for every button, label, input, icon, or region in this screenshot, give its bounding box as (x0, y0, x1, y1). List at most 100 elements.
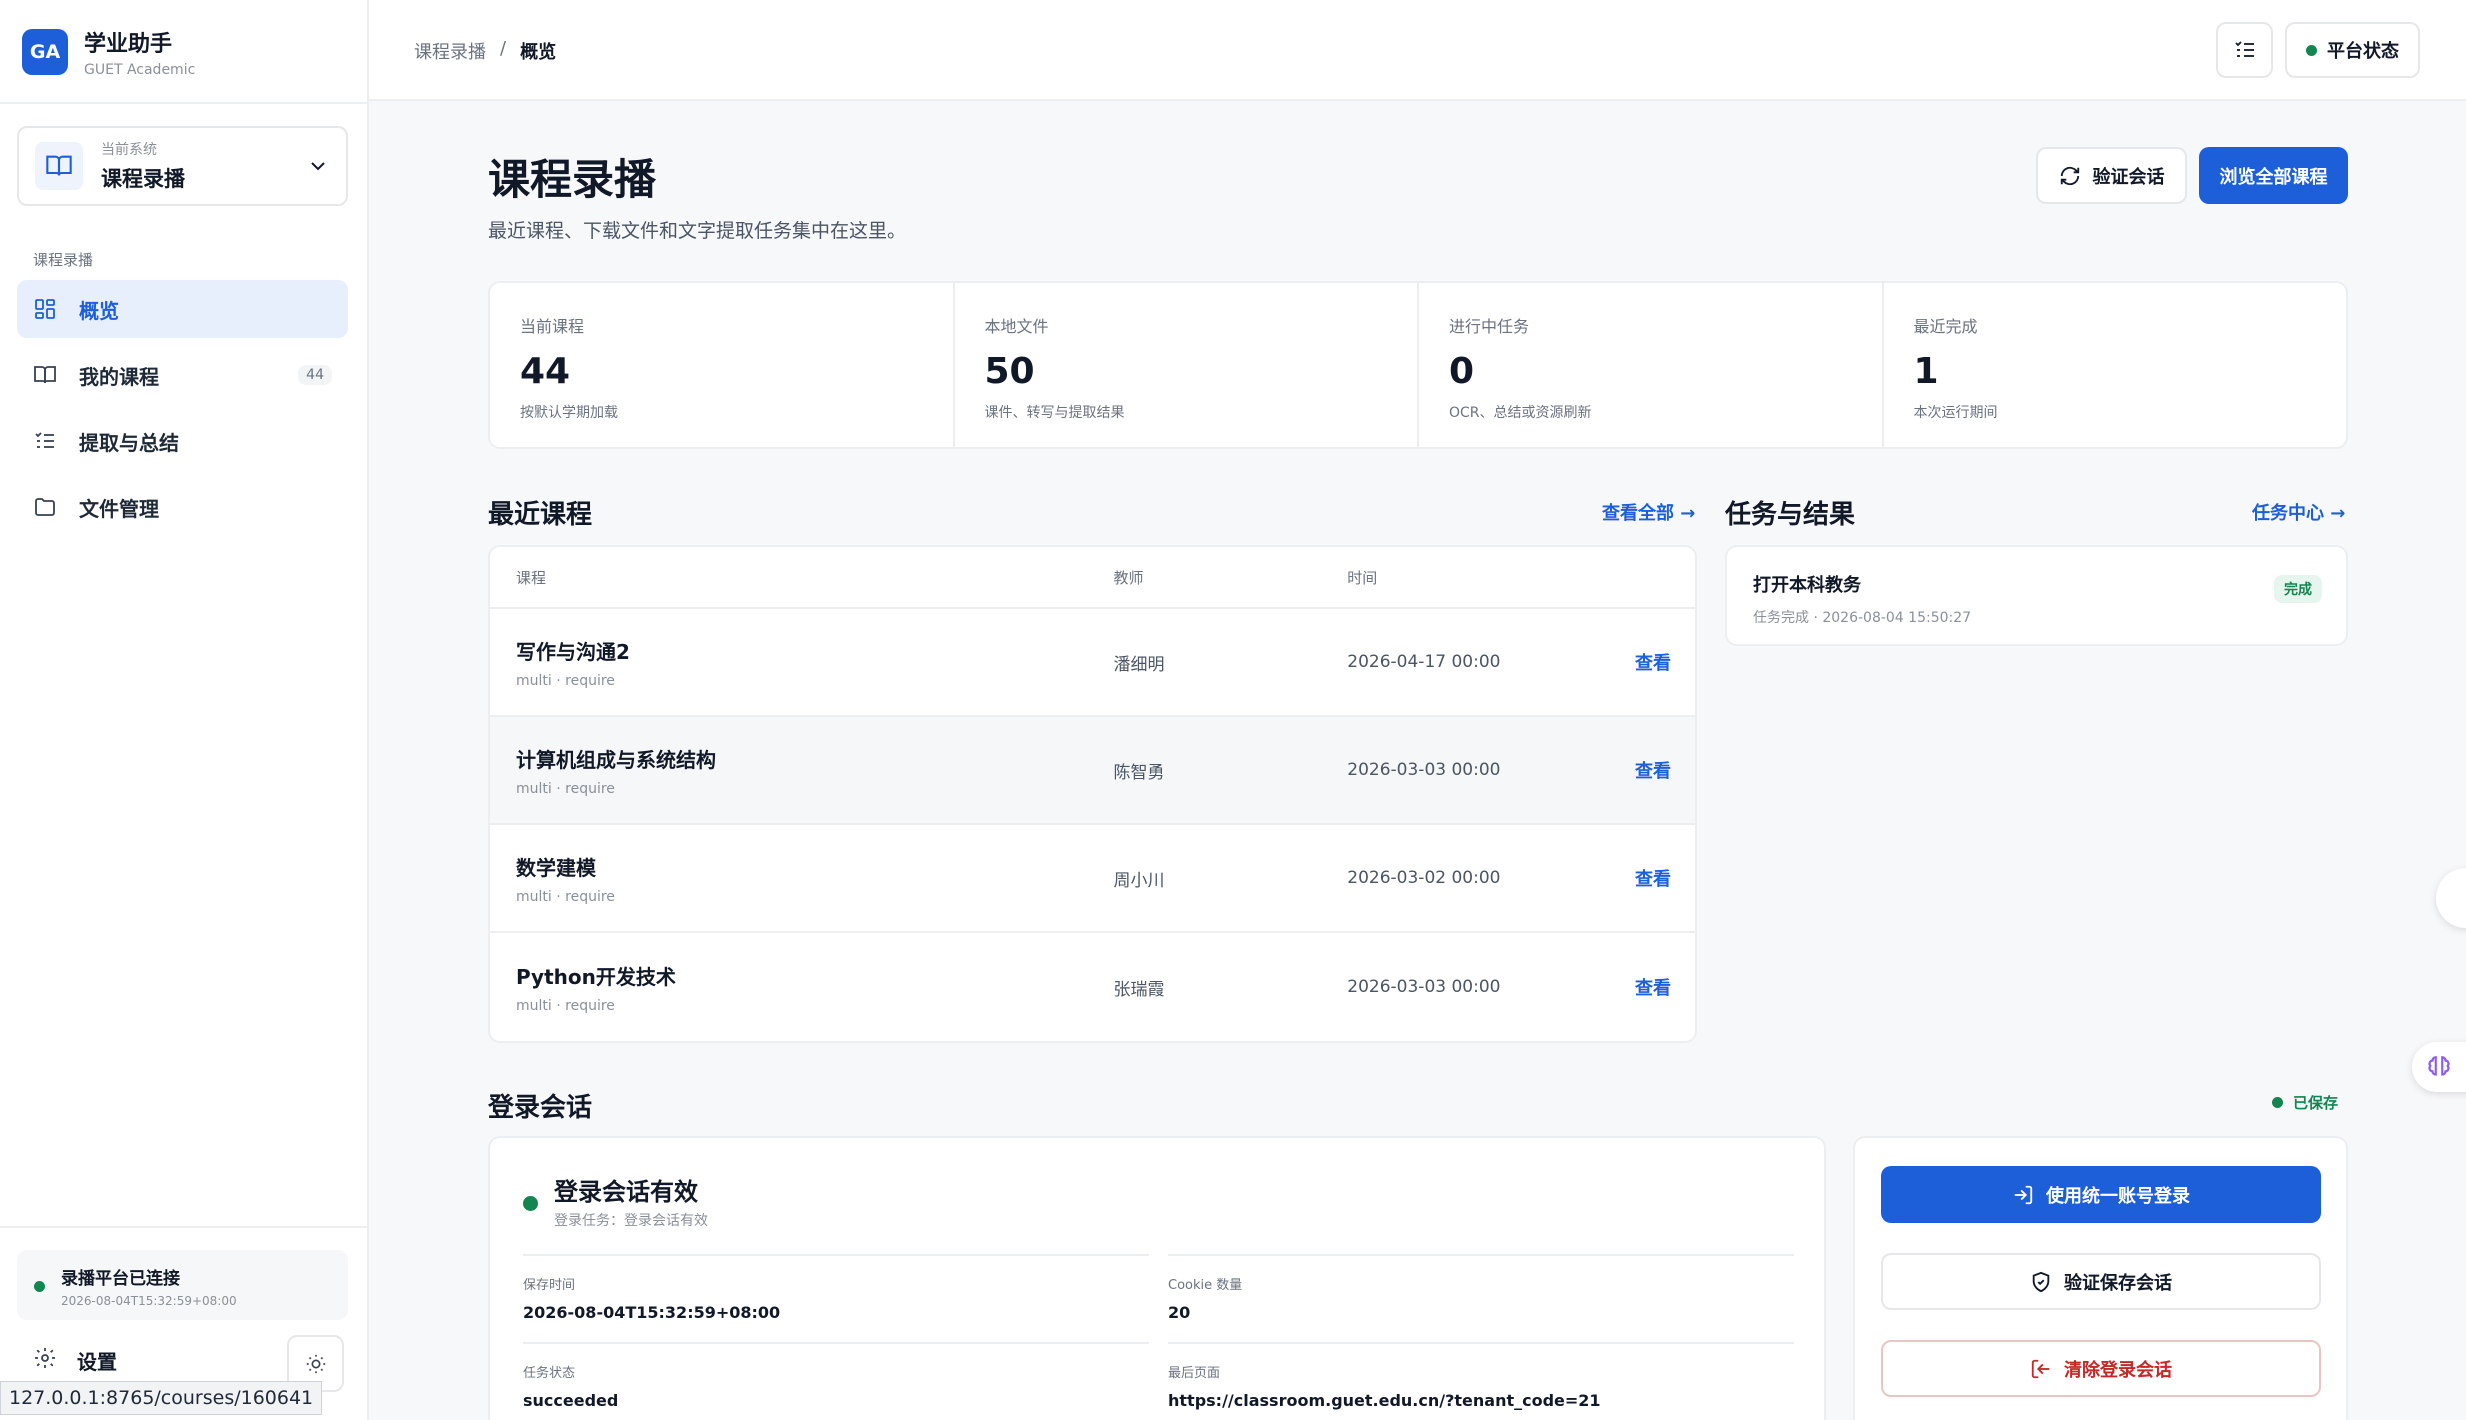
browse-all-courses-button[interactable]: 浏览全部课程 (2199, 147, 2348, 204)
view-course-link[interactable]: 查看 (1635, 869, 1671, 890)
floating-assistant-button[interactable] (2436, 868, 2466, 928)
topbar: 课程录播 / 概览 平台状态 (369, 0, 2466, 101)
stat-value: 50 (984, 351, 1035, 392)
brand-title: 学业助手 (84, 32, 173, 57)
sidebar-item-label: 提取与总结 (79, 430, 179, 455)
brand[interactable]: GA 学业助手 GUET Academic (22, 26, 195, 78)
saved-label: 已保存 (2293, 1094, 2339, 1112)
clear-session-button[interactable]: 清除登录会话 (1881, 1340, 2321, 1397)
column-header-teacher: 教师 (1113, 568, 1144, 587)
clear-session-label: 清除登录会话 (2064, 1359, 2172, 1381)
sidebar-item-overview[interactable]: 概览 (17, 280, 348, 338)
folder-icon (33, 494, 59, 520)
verify-session-button[interactable]: 验证会话 (2036, 147, 2187, 204)
course-teacher: 张瑞霞 (1113, 979, 1165, 1000)
book-icon (33, 362, 59, 388)
task-title: 打开本科教务 (1753, 575, 1861, 596)
chevron-down-icon (311, 162, 325, 171)
verify-saved-session-label: 验证保存会话 (2064, 1272, 2172, 1294)
field-value: https://classroom.guet.edu.cn/?tenant_co… (1168, 1391, 1601, 1410)
grid-icon (33, 296, 59, 322)
list-icon (33, 428, 59, 454)
field-key: 最后页面 (1168, 1366, 1221, 1381)
session-status-title: 登录会话有效 (554, 1178, 698, 1206)
system-label: 当前系统 (101, 142, 157, 158)
course-meta: multi · require (516, 780, 615, 797)
session-field-last-page: 最后页面 https://classroom.guet.edu.cn/?tena… (1168, 1342, 1794, 1410)
session-field-task-status: 任务状态 succeeded (523, 1342, 1149, 1410)
field-key: Cookie 数量 (1168, 1278, 1243, 1293)
url-tooltip: 127.0.0.1:8765/courses/160641 (0, 1381, 323, 1415)
course-name: 计算机组成与系统结构 (516, 747, 716, 772)
status-badge: 完成 (2274, 575, 2322, 603)
divider (0, 1226, 367, 1228)
course-meta: multi · require (516, 672, 615, 689)
sun-icon (306, 1354, 325, 1373)
task-item[interactable]: 打开本科教务 任务完成 · 2026-08-04 15:50:27 完成 (1725, 545, 2348, 646)
session-field-saved-time: 保存时间 2026-08-04T15:32:59+08:00 (523, 1254, 1149, 1322)
session-field-cookie-count: Cookie 数量 20 (1168, 1254, 1794, 1322)
verify-session-label: 验证会话 (2092, 166, 2165, 188)
stat-note: 按默认学期加载 (520, 405, 618, 421)
stat-value: 44 (520, 351, 571, 392)
shield-check-icon (2032, 1271, 2050, 1292)
session-info-card: 登录会话有效 登录任务：登录会话有效 保存时间 2026-08-04T15:32… (488, 1136, 1826, 1420)
unified-login-button[interactable]: 使用统一账号登录 (1881, 1166, 2321, 1223)
count-badge: 44 (298, 365, 332, 385)
task-list-button[interactable] (2216, 22, 2273, 78)
course-time: 2026-04-17 00:00 (1347, 652, 1501, 672)
table-row[interactable]: 写作与沟通2 multi · require 潘细明 2026-04-17 00… (490, 609, 1695, 717)
field-value: succeeded (523, 1391, 619, 1410)
breadcrumb-parent[interactable]: 课程录播 (414, 38, 486, 64)
stat-label: 进行中任务 (1449, 317, 1530, 336)
stat-value: 0 (1449, 351, 1475, 392)
status-dot (2272, 1097, 2283, 1108)
table-row[interactable]: Python开发技术 multi · require 张瑞霞 2026-03-0… (490, 933, 1695, 1041)
table-row[interactable]: 数学建模 multi · require 周小川 2026-03-02 00:0… (490, 825, 1695, 933)
course-time: 2026-03-03 00:00 (1347, 760, 1501, 780)
breadcrumb-separator: / (500, 38, 507, 59)
refresh-icon (2060, 166, 2079, 185)
course-time: 2026-03-03 00:00 (1347, 977, 1501, 997)
verify-saved-session-button[interactable]: 验证保存会话 (1881, 1253, 2321, 1310)
page-subtitle: 最近课程、下载文件和文字提取任务集中在这里。 (488, 220, 907, 242)
view-course-link[interactable]: 查看 (1635, 761, 1671, 782)
course-meta: multi · require (516, 997, 615, 1014)
brand-logo: GA (22, 29, 68, 75)
brand-subtitle: GUET Academic (84, 62, 196, 78)
course-name: 数学建模 (516, 855, 596, 880)
page-title: 课程录播 (488, 155, 657, 204)
system-value: 课程录播 (101, 167, 185, 191)
floating-ai-button[interactable] (2412, 1042, 2466, 1092)
breadcrumb-current: 概览 (520, 42, 557, 63)
tasks-title: 任务与结果 (1725, 500, 1856, 530)
course-teacher: 陈智勇 (1113, 762, 1165, 783)
connection-status: 录播平台已连接 2026-08-04T15:32:59+08:00 (17, 1250, 348, 1320)
column-header-course: 课程 (516, 568, 547, 587)
field-key: 任务状态 (523, 1366, 576, 1381)
breadcrumb: 课程录播 / 概览 (414, 38, 556, 64)
sidebar-item-extract-summary[interactable]: 提取与总结 (17, 412, 348, 470)
table-row[interactable]: 计算机组成与系统结构 multi · require 陈智勇 2026-03-0… (490, 717, 1695, 825)
stat-running-tasks: 进行中任务 0 OCR、总结或资源刷新 (1419, 283, 1884, 447)
stats-panel: 当前课程 44 按默认学期加载 本地文件 50 课件、转写与提取结果 进行中任务… (488, 281, 2348, 449)
course-time: 2026-03-02 00:00 (1347, 868, 1501, 888)
brain-icon (2428, 1056, 2450, 1076)
stat-label: 最近完成 (1913, 317, 1978, 336)
system-switcher[interactable]: 当前系统 课程录播 (17, 126, 348, 206)
sidebar-item-files[interactable]: 文件管理 (17, 478, 348, 536)
stat-label: 本地文件 (984, 317, 1049, 336)
saved-badge: 已保存 (2272, 1092, 2338, 1113)
status-dot (523, 1196, 538, 1211)
view-course-link[interactable]: 查看 (1635, 653, 1671, 674)
task-center-link[interactable]: 任务中心 → (2252, 499, 2345, 525)
view-course-link[interactable]: 查看 (1635, 978, 1671, 999)
settings-link[interactable]: 设置 (33, 1346, 117, 1375)
field-value: 20 (1168, 1303, 1191, 1322)
sidebar-nav: 概览 我的课程 44 提取与总结 文件管理 (17, 280, 348, 544)
view-all-link[interactable]: 查看全部 → (1602, 499, 1695, 525)
sidebar-item-my-courses[interactable]: 我的课程 44 (17, 346, 348, 404)
course-name: Python开发技术 (516, 964, 676, 989)
sidebar-item-label: 我的课程 (79, 364, 159, 389)
platform-status-button[interactable]: 平台状态 (2285, 22, 2420, 78)
